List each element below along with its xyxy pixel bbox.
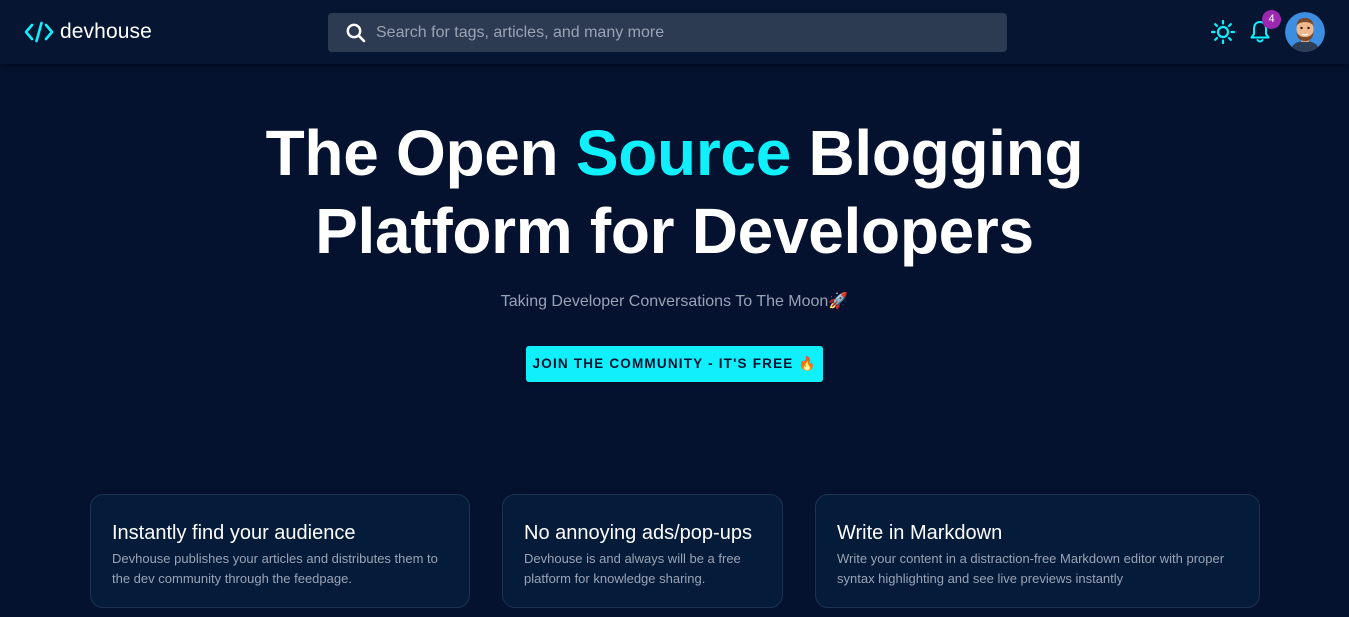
hero-title-highlight: Source [575, 117, 792, 189]
hero-title-part1: The Open [265, 117, 576, 189]
feature-title: Instantly find your audience [112, 522, 356, 544]
hero-title-part2: Blogging [791, 117, 1084, 189]
theme-toggle-button[interactable] [1210, 19, 1236, 45]
search-input[interactable] [376, 13, 996, 52]
feature-description: Devhouse is and always will be a free pl… [524, 551, 741, 586]
search-bar[interactable] [328, 13, 1007, 52]
sun-icon [1210, 19, 1236, 45]
feature-title: Write in Markdown [837, 522, 1003, 544]
top-navbar: devhouse 4 [0, 0, 1349, 64]
feature-card-audience: Instantly find your audience Devhouse pu… [90, 494, 470, 608]
feature-card-markdown: Write in Markdown Write your content in … [815, 494, 1260, 608]
brand-name: devhouse [60, 20, 152, 43]
search-icon [346, 23, 366, 43]
user-avatar[interactable] [1285, 12, 1325, 52]
feature-description: Devhouse publishes your articles and dis… [112, 551, 438, 586]
brand-logo[interactable]: devhouse [24, 18, 152, 46]
hero-subtitle: Taking Developer Conversations To The Mo… [500, 293, 849, 310]
hero-title-line2: Platform for Developers [315, 195, 1034, 267]
join-community-button[interactable]: JOIN THE COMMUNITY - IT'S FREE 🔥 [526, 346, 823, 382]
feature-description: Write your content in a distraction-free… [837, 551, 1225, 586]
notification-count-badge: 4 [1262, 10, 1281, 29]
code-icon [24, 21, 54, 43]
feature-card-no-ads: No annoying ads/pop-ups Devhouse is and … [502, 494, 783, 608]
feature-title: No annoying ads/pop-ups [524, 522, 752, 544]
hero-title: The Open Source Blogging Platform for De… [0, 114, 1349, 270]
